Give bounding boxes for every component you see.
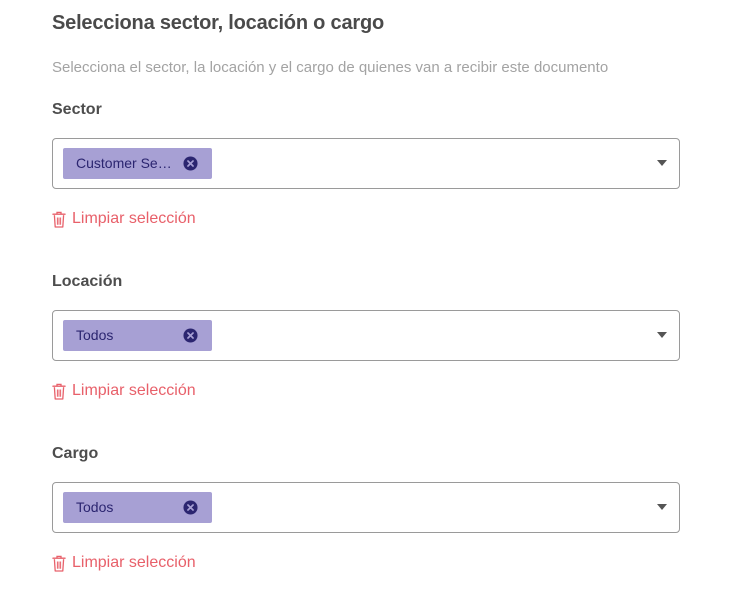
role-label: Cargo [52,445,99,462]
sector-clear-button[interactable]: Limpiar selección [52,209,196,229]
caret-down-icon[interactable] [657,160,667,166]
trash-icon [52,383,66,400]
location-clear-label: Limpiar selección [72,382,196,399]
sector-label: Sector [52,101,102,118]
role-select[interactable]: Todos [52,482,680,533]
caret-down-icon[interactable] [657,504,667,510]
sector-clear-label: Limpiar selección [72,210,196,227]
location-chip-label: Todos [76,327,114,343]
caret-down-icon[interactable] [657,332,667,338]
close-circle-icon[interactable] [183,328,198,343]
page-subtitle: Selecciona el sector, la locación y el c… [52,59,609,76]
role-clear-label: Limpiar selección [72,554,196,571]
trash-icon [52,211,66,228]
page-title: Selecciona sector, locación o cargo [52,12,385,34]
trash-icon [52,555,66,572]
location-clear-button[interactable]: Limpiar selección [52,381,196,401]
location-section: Locación Todos Limpiar selección [52,272,680,400]
sector-chip-label: Customer Service [76,155,176,171]
sector-chip: Customer Service [63,148,212,179]
close-circle-icon[interactable] [183,500,198,515]
location-label: Locación [52,273,123,290]
sector-section: Sector Customer Service Limpiar selecció… [52,100,680,228]
close-circle-icon[interactable] [183,156,198,171]
role-chip-label: Todos [76,499,114,515]
location-select[interactable]: Todos [52,310,680,361]
role-section: Cargo Todos Limpiar selección [52,444,680,572]
role-chip: Todos [63,492,212,523]
sector-select[interactable]: Customer Service [52,138,680,189]
role-clear-button[interactable]: Limpiar selección [52,553,196,573]
location-chip: Todos [63,320,212,351]
